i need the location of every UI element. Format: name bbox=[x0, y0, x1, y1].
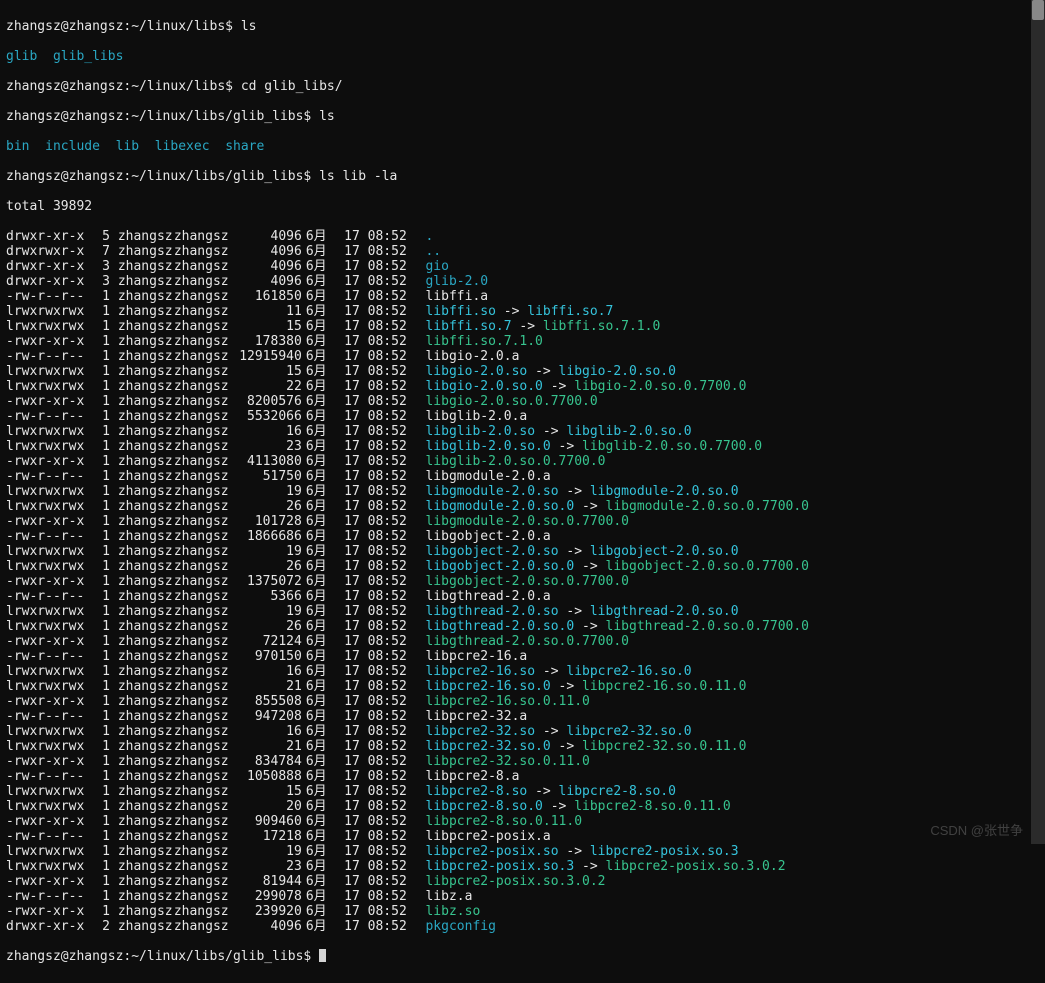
file-row: lrwxrwxrwx1 zhangszzhangsz216月17 08:52 l… bbox=[6, 739, 1039, 754]
file-row: -rwxr-xr-x1 zhangszzhangsz41130806月17 08… bbox=[6, 454, 1039, 469]
file-row: drwxrwxr-x7 zhangszzhangsz40966月17 08:52… bbox=[6, 244, 1039, 259]
file-row: lrwxrwxrwx1 zhangszzhangsz226月17 08:52 l… bbox=[6, 379, 1039, 394]
file-row: lrwxrwxrwx1 zhangszzhangsz166月17 08:52 l… bbox=[6, 724, 1039, 739]
file-row: -rwxr-xr-x1 zhangszzhangsz1783806月17 08:… bbox=[6, 334, 1039, 349]
prompt-line: zhangsz@zhangsz:~/linux/libs/glib_libs$ … bbox=[6, 169, 1039, 184]
file-row: lrwxrwxrwx1 zhangszzhangsz266月17 08:52 l… bbox=[6, 559, 1039, 574]
file-row: lrwxrwxrwx1 zhangszzhangsz196月17 08:52 l… bbox=[6, 604, 1039, 619]
file-row: lrwxrwxrwx1 zhangszzhangsz196月17 08:52 l… bbox=[6, 484, 1039, 499]
file-row: lrwxrwxrwx1 zhangszzhangsz166月17 08:52 l… bbox=[6, 664, 1039, 679]
file-row: drwxr-xr-x3 zhangszzhangsz40966月17 08:52… bbox=[6, 274, 1039, 289]
file-row: -rw-r--r--1 zhangszzhangsz9472086月17 08:… bbox=[6, 709, 1039, 724]
file-row: -rwxr-xr-x1 zhangszzhangsz9094606月17 08:… bbox=[6, 814, 1039, 829]
file-row: lrwxrwxrwx1 zhangszzhangsz156月17 08:52 l… bbox=[6, 784, 1039, 799]
file-row: lrwxrwxrwx1 zhangszzhangsz116月17 08:52 l… bbox=[6, 304, 1039, 319]
file-row: lrwxrwxrwx1 zhangszzhangsz236月17 08:52 l… bbox=[6, 859, 1039, 874]
file-row: -rwxr-xr-x1 zhangszzhangsz82005766月17 08… bbox=[6, 394, 1039, 409]
file-row: lrwxrwxrwx1 zhangszzhangsz216月17 08:52 l… bbox=[6, 679, 1039, 694]
prompt-line: zhangsz@zhangsz:~/linux/libs$ ls bbox=[6, 19, 1039, 34]
file-row: lrwxrwxrwx1 zhangszzhangsz166月17 08:52 l… bbox=[6, 424, 1039, 439]
file-row: -rw-r--r--1 zhangszzhangsz2990786月17 08:… bbox=[6, 889, 1039, 904]
cursor-icon bbox=[319, 949, 326, 962]
file-row: -rwxr-xr-x1 zhangszzhangsz2399206月17 08:… bbox=[6, 904, 1039, 919]
prompt-line: zhangsz@zhangsz:~/linux/libs/glib_libs$ … bbox=[6, 109, 1039, 124]
file-row: lrwxrwxrwx1 zhangszzhangsz266月17 08:52 l… bbox=[6, 619, 1039, 634]
file-row: -rw-r--r--1 zhangszzhangsz55320666月17 08… bbox=[6, 409, 1039, 424]
scrollbar[interactable] bbox=[1031, 0, 1045, 844]
file-row: lrwxrwxrwx1 zhangszzhangsz156月17 08:52 l… bbox=[6, 319, 1039, 334]
file-row: -rw-r--r--1 zhangszzhangsz18666866月17 08… bbox=[6, 529, 1039, 544]
file-row: -rw-r--r--1 zhangszzhangsz517506月17 08:5… bbox=[6, 469, 1039, 484]
prompt-line-active[interactable]: zhangsz@zhangsz:~/linux/libs/glib_libs$ bbox=[6, 949, 1039, 964]
file-row: -rwxr-xr-x1 zhangszzhangsz8347846月17 08:… bbox=[6, 754, 1039, 769]
file-listing: drwxr-xr-x5 zhangszzhangsz40966月17 08:52… bbox=[6, 229, 1039, 934]
file-row: lrwxrwxrwx1 zhangszzhangsz236月17 08:52 l… bbox=[6, 439, 1039, 454]
file-row: lrwxrwxrwx1 zhangszzhangsz196月17 08:52 l… bbox=[6, 544, 1039, 559]
file-row: lrwxrwxrwx1 zhangszzhangsz266月17 08:52 l… bbox=[6, 499, 1039, 514]
file-row: -rw-r--r--1 zhangszzhangsz10508886月17 08… bbox=[6, 769, 1039, 784]
file-row: -rw-r--r--1 zhangszzhangsz9701506月17 08:… bbox=[6, 649, 1039, 664]
file-row: -rwxr-xr-x1 zhangszzhangsz819446月17 08:5… bbox=[6, 874, 1039, 889]
file-row: drwxr-xr-x2 zhangszzhangsz40966月17 08:52… bbox=[6, 919, 1039, 934]
ls-output: glib glib_libs bbox=[6, 49, 1039, 64]
ls-output: bin include lib libexec share bbox=[6, 139, 1039, 154]
file-row: -rw-r--r--1 zhangszzhangsz1618506月17 08:… bbox=[6, 289, 1039, 304]
file-row: lrwxrwxrwx1 zhangszzhangsz206月17 08:52 l… bbox=[6, 799, 1039, 814]
file-row: -rwxr-xr-x1 zhangszzhangsz13750726月17 08… bbox=[6, 574, 1039, 589]
file-row: -rw-r--r--1 zhangszzhangsz129159406月17 0… bbox=[6, 349, 1039, 364]
file-row: -rw-r--r--1 zhangszzhangsz172186月17 08:5… bbox=[6, 829, 1039, 844]
watermark: CSDN @张世争 bbox=[930, 823, 1023, 838]
file-row: -rwxr-xr-x1 zhangszzhangsz1017286月17 08:… bbox=[6, 514, 1039, 529]
file-row: lrwxrwxrwx1 zhangszzhangsz196月17 08:52 l… bbox=[6, 844, 1039, 859]
file-row: drwxr-xr-x3 zhangszzhangsz40966月17 08:52… bbox=[6, 259, 1039, 274]
total-line: total 39892 bbox=[6, 199, 1039, 214]
terminal[interactable]: zhangsz@zhangsz:~/linux/libs$ ls glib gl… bbox=[0, 0, 1045, 983]
file-row: drwxr-xr-x5 zhangszzhangsz40966月17 08:52… bbox=[6, 229, 1039, 244]
scroll-thumb[interactable] bbox=[1032, 0, 1044, 20]
file-row: lrwxrwxrwx1 zhangszzhangsz156月17 08:52 l… bbox=[6, 364, 1039, 379]
file-row: -rw-r--r--1 zhangszzhangsz53666月17 08:52… bbox=[6, 589, 1039, 604]
file-row: -rwxr-xr-x1 zhangszzhangsz8555086月17 08:… bbox=[6, 694, 1039, 709]
file-row: -rwxr-xr-x1 zhangszzhangsz721246月17 08:5… bbox=[6, 634, 1039, 649]
prompt-line: zhangsz@zhangsz:~/linux/libs$ cd glib_li… bbox=[6, 79, 1039, 94]
